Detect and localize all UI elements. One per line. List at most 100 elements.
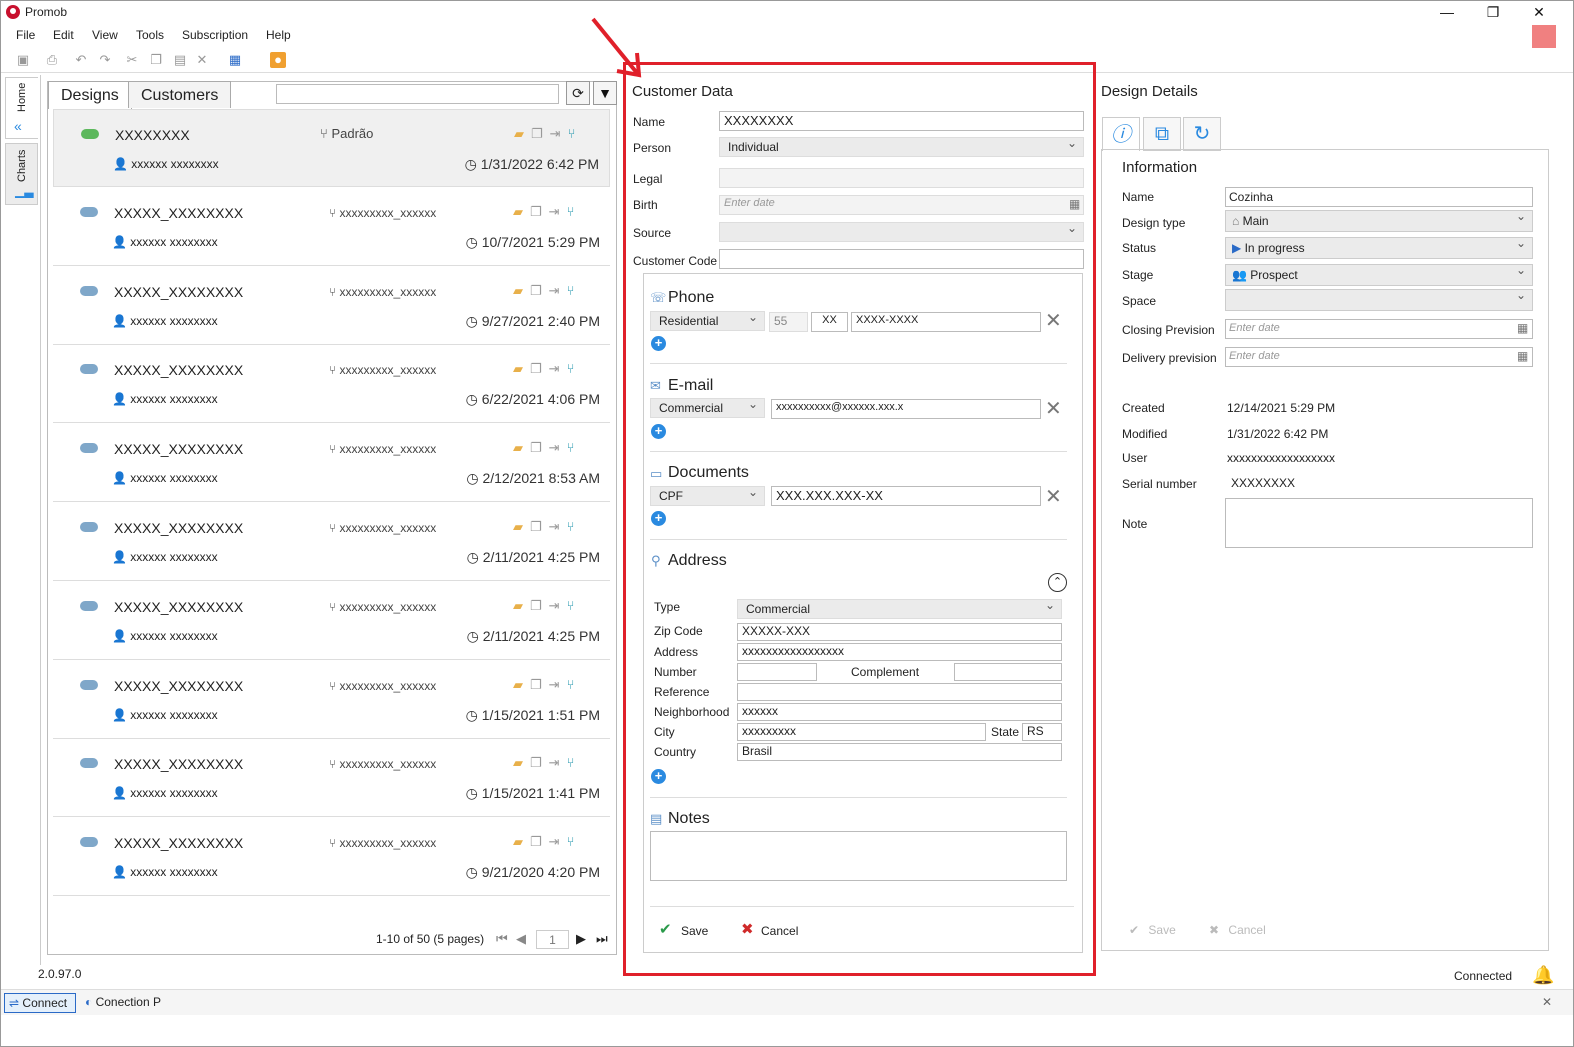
export-icon[interactable]: ⇥ [549,361,567,376]
dd-status-select[interactable]: ▶ In progress [1225,236,1533,259]
side-tab-charts[interactable]: Charts ▁▃ [5,143,38,205]
design-row[interactable]: XXXXX_XXXXXXXX 👤 xxxxxx xxxxxxxx ⑂ xxxxxxx… [53,739,610,818]
duplicate-icon[interactable]: ❐ [530,361,549,376]
duplicate-icon[interactable]: ❐ [530,598,549,613]
export-icon[interactable]: ⇥ [549,677,567,692]
search-input[interactable] [276,84,559,104]
calendar-icon[interactable]: ▦ [1517,349,1528,363]
tab-customers[interactable]: Customers [128,81,232,108]
add-branch-icon[interactable]: ⑂ [567,598,582,613]
add-branch-icon[interactable]: ⑂ [567,677,582,692]
page-input[interactable]: 1 [536,930,569,949]
design-row[interactable]: XXXXX_XXXXXXXX 👤 xxxxxx xxxxxxxx ⑂ xxxxxxx… [53,345,610,424]
print-icon[interactable]: ⎙ [44,52,60,68]
menu-edit[interactable]: Edit [53,28,74,42]
add-branch-icon[interactable]: ⑂ [567,440,582,455]
open-folder-icon[interactable]: ▰ [514,126,531,141]
menu-file[interactable]: File [16,28,35,42]
open-folder-icon[interactable]: ▰ [513,283,530,298]
open-folder-icon[interactable]: ▰ [513,519,530,534]
dd-space-select[interactable] [1225,288,1533,311]
dd-delivery-input[interactable]: Enter date [1225,347,1533,367]
refresh-icon[interactable]: ⟳ [566,81,590,105]
duplicate-icon[interactable]: ❐ [530,834,549,849]
menu-help[interactable]: Help [266,28,291,42]
design-row[interactable]: XXXXXXXX 👤 xxxxxx xxxxxxxx ⑂ Padrão ◷ 1/31/… [53,109,610,187]
undo-icon[interactable]: ↶ [73,52,89,68]
restore-button[interactable]: ❐ [1470,1,1516,24]
calendar-icon[interactable]: ▦ [1517,321,1528,335]
close-button[interactable]: ✕ [1516,1,1562,24]
dd-name-input[interactable]: Cozinha [1225,187,1533,207]
export-icon[interactable]: ⇥ [549,834,567,849]
info-tab-icon[interactable]: ⓘ [1102,117,1140,151]
last-page-icon[interactable]: ⏭ [596,931,608,947]
duplicate-icon[interactable]: ❐ [530,755,549,770]
delete-icon[interactable]: ✕ [194,52,210,68]
design-row[interactable]: XXXXX_XXXXXXXX 👤 xxxxxx xxxxxxxx ⑂ xxxxxxx… [53,818,610,897]
design-row[interactable]: XXXXX_XXXXXXXX 👤 xxxxxx xxxxxxxx ⑂ xxxxxxx… [53,661,610,739]
branches-tab-icon[interactable]: ⧉ [1143,117,1181,151]
dd-save-button[interactable]: ✔ Save [1129,923,1189,941]
open-folder-icon[interactable]: ▰ [513,598,530,613]
design-row[interactable]: XXXXX_XXXXXXXX 👤 xxxxxx xxxxxxxx ⑂ xxxxxxx… [53,267,610,345]
export-icon[interactable]: ⇥ [549,755,567,770]
export-icon[interactable]: ⇥ [549,204,567,219]
connection-task-button[interactable]: ◐ Conection P [81,993,171,1013]
duplicate-icon[interactable]: ❐ [530,519,549,534]
menu-view[interactable]: View [92,28,118,42]
dd-note-textarea[interactable] [1225,498,1533,548]
duplicate-icon[interactable]: ❐ [530,677,549,692]
open-folder-icon[interactable]: ▰ [513,834,530,849]
design-row[interactable]: XXXXX_XXXXXXXX 👤 xxxxxx xxxxxxxx ⑂ xxxxxxx… [53,424,610,503]
bell-icon[interactable]: 🔔 [1532,965,1554,986]
duplicate-icon[interactable]: ❐ [530,204,549,219]
minimize-button[interactable]: — [1424,1,1470,24]
filter-icon[interactable]: ▼ [593,81,617,105]
design-row[interactable]: XXXXX_XXXXXXXX 👤 xxxxxx xxxxxxxx ⑂ xxxxxxx… [53,188,610,266]
user-icon[interactable]: ● [270,52,286,68]
add-branch-icon[interactable]: ⑂ [567,204,582,219]
export-icon[interactable]: ⇥ [549,440,567,455]
duplicate-icon[interactable]: ❐ [530,283,549,298]
design-row[interactable]: XXXXX_XXXXXXXX 👤 xxxxxx xxxxxxxx ⑂ xxxxxxx… [53,582,610,660]
menu-subscription[interactable]: Subscription [182,28,248,42]
cut-icon[interactable]: ✂ [124,52,140,68]
open-folder-icon[interactable]: ▰ [513,361,530,376]
open-folder-icon[interactable]: ▰ [513,677,530,692]
export-icon[interactable]: ⇥ [549,519,567,534]
open-folder-icon[interactable]: ▰ [513,440,530,455]
save-icon[interactable]: ▣ [15,52,31,68]
add-branch-icon[interactable]: ⑂ [567,755,582,770]
tab-designs[interactable]: Designs [48,81,132,109]
prev-page-icon[interactable]: ◀ [516,931,526,947]
duplicate-icon[interactable]: ❐ [530,440,549,455]
next-page-icon[interactable]: ▶ [576,931,586,947]
export-icon[interactable]: ⇥ [549,598,567,613]
taskbar-close-icon[interactable]: ✕ [1542,995,1552,1009]
add-branch-icon[interactable]: ⑂ [567,834,582,849]
dd-type-select[interactable]: ⌂ Main [1225,209,1533,232]
add-branch-icon[interactable]: ⑂ [567,283,582,298]
account-color-button[interactable] [1532,25,1556,48]
duplicate-icon[interactable]: ❐ [531,126,550,141]
side-tab-home[interactable]: Home « [5,77,38,139]
export-icon[interactable]: ⇥ [549,283,567,298]
redo-icon[interactable]: ↷ [97,52,113,68]
copy-icon[interactable]: ❐ [148,52,164,68]
open-folder-icon[interactable]: ▰ [513,204,530,219]
add-branch-icon[interactable]: ⑂ [567,519,582,534]
add-branch-icon[interactable]: ⑂ [568,126,583,141]
menu-tools[interactable]: Tools [136,28,164,42]
connect-task-button[interactable]: ⇌ Connect [4,993,76,1013]
open-folder-icon[interactable]: ▰ [513,755,530,770]
dd-stage-select[interactable]: 👥 Prospect [1225,263,1533,286]
paste-icon[interactable]: ▤ [172,52,188,68]
palette-icon[interactable]: ▦ [227,52,243,68]
design-row[interactable]: XXXXX_XXXXXXXX 👤 xxxxxx xxxxxxxx ⑂ xxxxxxx… [53,503,610,581]
add-branch-icon[interactable]: ⑂ [567,361,582,376]
dd-closing-input[interactable]: Enter date [1225,319,1533,339]
first-page-icon[interactable]: ⏮ [496,931,508,947]
dd-cancel-button[interactable]: ✖ Cancel [1209,923,1279,941]
export-icon[interactable]: ⇥ [550,126,568,141]
